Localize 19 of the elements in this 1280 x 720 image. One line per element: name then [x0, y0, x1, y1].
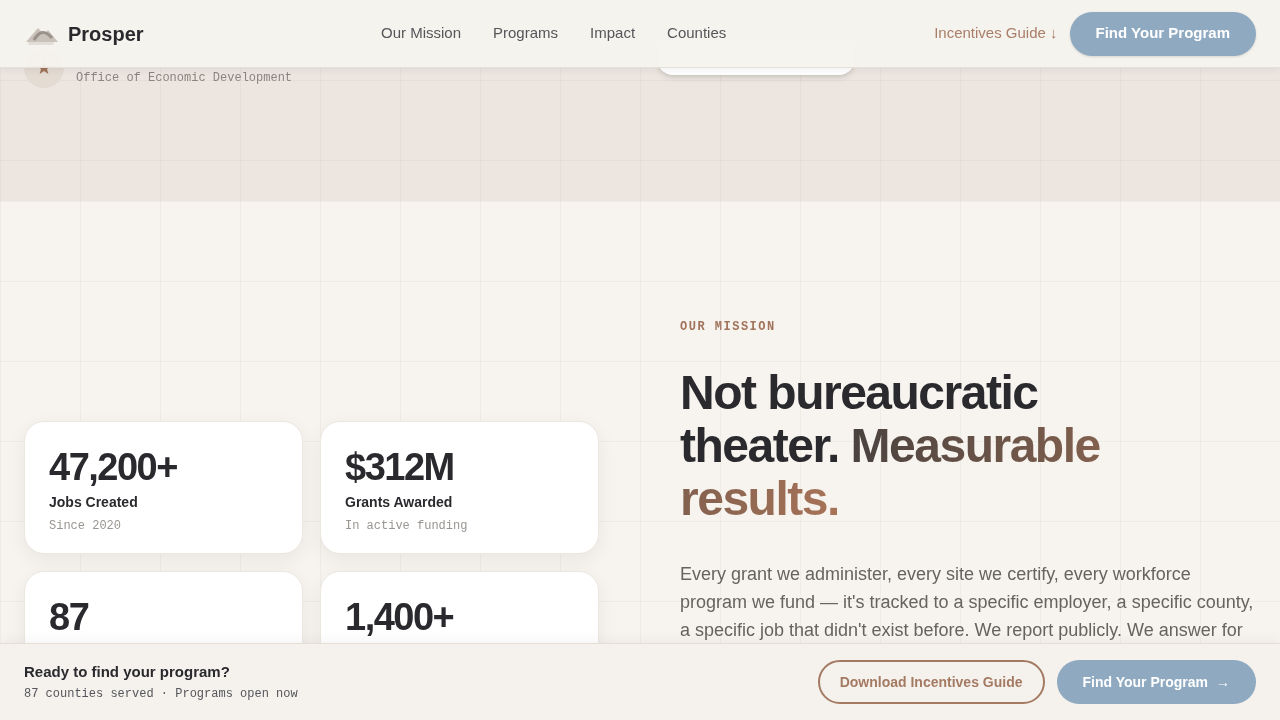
stat-value: 1,400+: [345, 595, 455, 640]
stat-value: 47,200+: [49, 445, 178, 490]
download-guide-button[interactable]: Download Incentives Guide: [817, 660, 1045, 704]
nav-link[interactable]: Impact: [590, 22, 636, 45]
stat-note: In active funding: [345, 518, 469, 535]
stat-label: Grants Awarded: [345, 493, 454, 512]
nav-link[interactable]: Counties: [667, 22, 727, 45]
stat-note: Since 2020: [49, 518, 122, 535]
cta-subtitle: 87 counties served · Programs open now: [24, 686, 298, 704]
nav-link[interactable]: Our Mission: [381, 22, 462, 45]
stat-label: Jobs Created: [49, 493, 139, 512]
mission-paragraph: Every grant we administer, every site we certify, every workforce program we fund — it's tracked to a specific employer, a specific county, a specific job that didn't exist before. We report publicly. We answer for: [680, 563, 1255, 642]
section-eyebrow: OUR MISSION: [680, 319, 777, 336]
cta-title: Ready to find your program?: [24, 661, 231, 682]
nav-link[interactable]: Programs: [493, 22, 559, 45]
brand-name[interactable]: Prosper: [68, 18, 144, 49]
agency-name: Office of Economic Development: [76, 70, 293, 87]
stat-value: 87: [49, 595, 90, 640]
stat-value: $312M: [345, 445, 455, 490]
